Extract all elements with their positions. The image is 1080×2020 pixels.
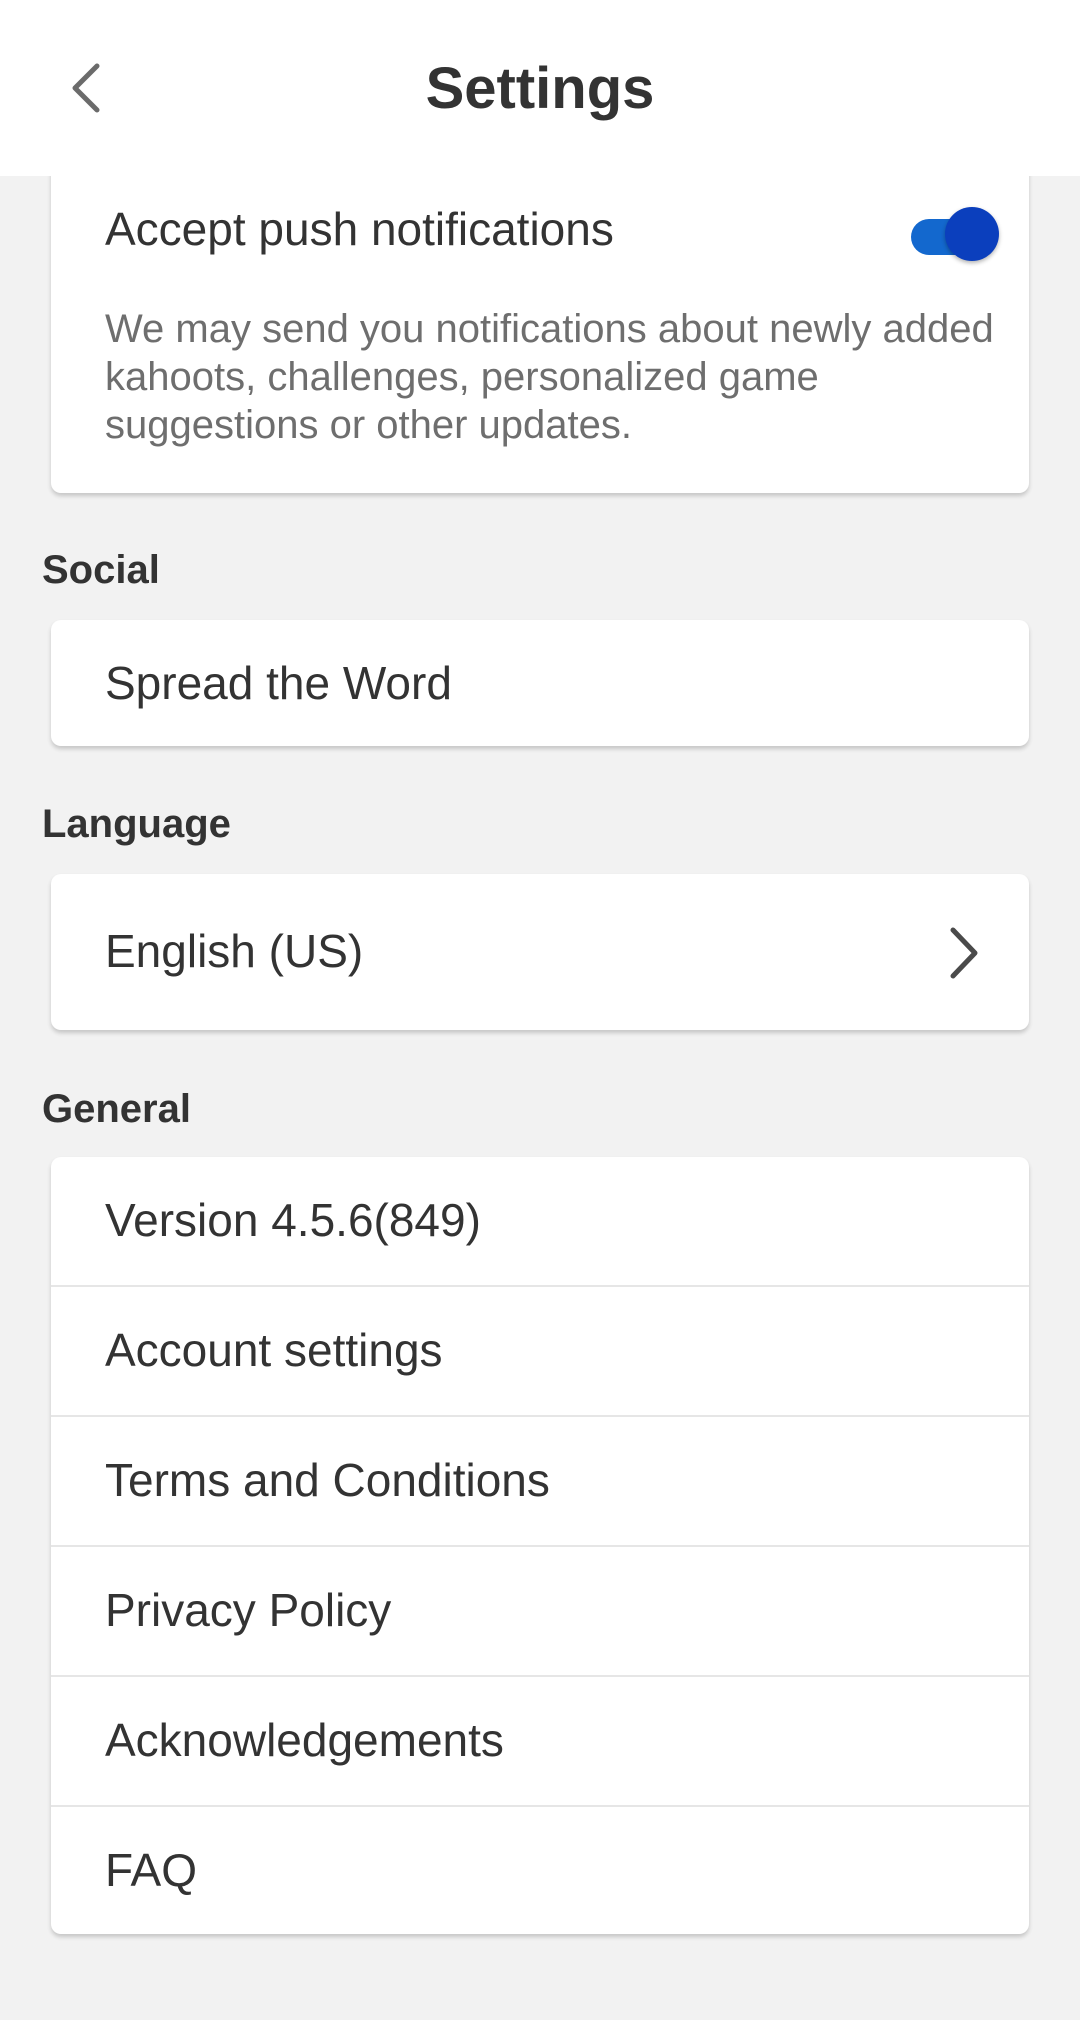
chevron-right-icon [950, 927, 978, 979]
push-notifications-card: Accept push notifications We may send yo… [51, 150, 1029, 493]
terms-label: Terms and Conditions [105, 1454, 550, 1506]
push-notifications-description: We may send you notifications about newl… [105, 307, 994, 447]
spread-the-word-row[interactable]: Spread the Word [51, 620, 1029, 746]
privacy-policy-row[interactable]: Privacy Policy [51, 1547, 1029, 1677]
toggle-knob [945, 207, 999, 261]
account-settings-row[interactable]: Account settings [51, 1287, 1029, 1417]
social-card: Spread the Word [51, 620, 1029, 746]
terms-row[interactable]: Terms and Conditions [51, 1417, 1029, 1547]
general-card: Version 4.5.6(849) Account settings Term… [51, 1157, 1029, 1934]
app-header: Settings [0, 0, 1080, 176]
version-label: Version 4.5.6(849) [105, 1194, 481, 1246]
language-value: English (US) [105, 925, 364, 977]
section-label-social: Social [42, 548, 160, 592]
acknowledgements-row[interactable]: Acknowledgements [51, 1677, 1029, 1807]
language-row[interactable]: English (US) [51, 874, 1029, 1030]
acknowledgements-label: Acknowledgements [105, 1714, 504, 1766]
spread-the-word-label: Spread the Word [105, 657, 452, 709]
section-label-general: General [42, 1087, 191, 1131]
section-label-language: Language [42, 802, 231, 846]
push-notifications-toggle[interactable] [911, 207, 999, 261]
version-row: Version 4.5.6(849) [51, 1157, 1029, 1287]
page-title: Settings [425, 55, 655, 121]
push-notifications-label: Accept push notifications [105, 203, 614, 255]
faq-label: FAQ [105, 1844, 198, 1896]
account-settings-label: Account settings [105, 1324, 443, 1376]
faq-row[interactable]: FAQ [51, 1807, 1029, 1934]
privacy-policy-label: Privacy Policy [105, 1584, 392, 1636]
language-card: English (US) [51, 874, 1029, 1030]
